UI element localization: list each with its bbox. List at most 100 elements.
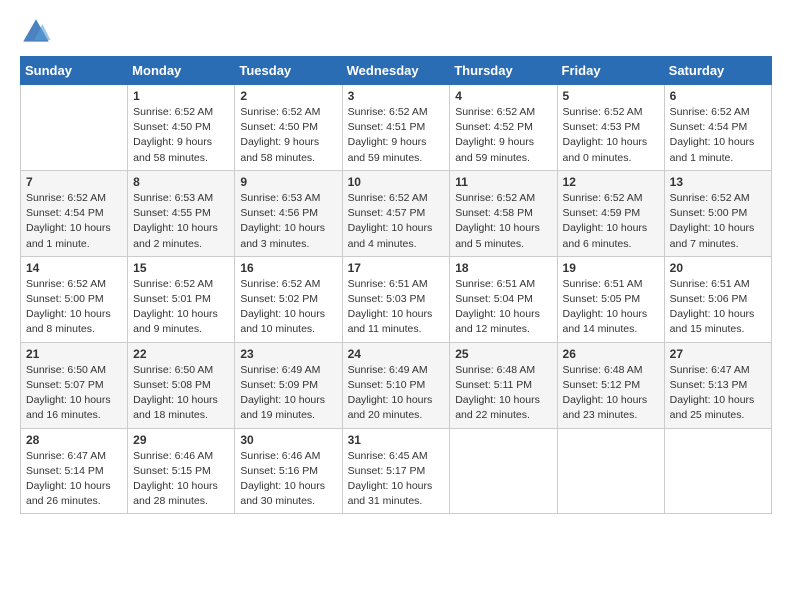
day-number: 28 [26, 433, 122, 447]
day-info: Sunrise: 6:52 AM Sunset: 4:57 PM Dayligh… [348, 191, 445, 252]
day-number: 10 [348, 175, 445, 189]
day-number: 11 [455, 175, 551, 189]
day-info: Sunrise: 6:48 AM Sunset: 5:11 PM Dayligh… [455, 363, 551, 424]
weekday-header-tuesday: Tuesday [235, 57, 342, 85]
day-info: Sunrise: 6:47 AM Sunset: 5:14 PM Dayligh… [26, 449, 122, 510]
calendar-table: SundayMondayTuesdayWednesdayThursdayFrid… [20, 56, 772, 514]
day-info: Sunrise: 6:53 AM Sunset: 4:56 PM Dayligh… [240, 191, 336, 252]
day-info: Sunrise: 6:52 AM Sunset: 4:51 PM Dayligh… [348, 105, 445, 166]
day-number: 3 [348, 89, 445, 103]
day-number: 6 [670, 89, 766, 103]
day-info: Sunrise: 6:51 AM Sunset: 5:06 PM Dayligh… [670, 277, 766, 338]
calendar-cell: 1 Sunrise: 6:52 AM Sunset: 4:50 PM Daylig… [128, 85, 235, 171]
logo-icon [20, 16, 52, 48]
calendar-cell: 25 Sunrise: 6:48 AM Sunset: 5:11 PM Dayli… [450, 342, 557, 428]
day-number: 25 [455, 347, 551, 361]
weekday-header-friday: Friday [557, 57, 664, 85]
day-number: 22 [133, 347, 229, 361]
calendar-cell: 24 Sunrise: 6:49 AM Sunset: 5:10 PM Dayli… [342, 342, 450, 428]
day-info: Sunrise: 6:52 AM Sunset: 4:54 PM Dayligh… [670, 105, 766, 166]
calendar-cell: 21 Sunrise: 6:50 AM Sunset: 5:07 PM Dayli… [21, 342, 128, 428]
weekday-header-sunday: Sunday [21, 57, 128, 85]
calendar-cell: 8Sunrise: 6:53 AM Sunset: 4:55 PM Daylig… [128, 170, 235, 256]
calendar-week-row: 1 Sunrise: 6:52 AM Sunset: 4:50 PM Daylig… [21, 85, 772, 171]
calendar-cell: 27 Sunrise: 6:47 AM Sunset: 5:13 PM Dayli… [664, 342, 771, 428]
calendar-week-row: 21 Sunrise: 6:50 AM Sunset: 5:07 PM Dayli… [21, 342, 772, 428]
day-number: 1 [133, 89, 229, 103]
day-number: 19 [563, 261, 659, 275]
calendar-week-row: 14Sunrise: 6:52 AM Sunset: 5:00 PM Dayli… [21, 256, 772, 342]
calendar-cell: 7 Sunrise: 6:52 AM Sunset: 4:54 PM Daylig… [21, 170, 128, 256]
day-info: Sunrise: 6:51 AM Sunset: 5:05 PM Dayligh… [563, 277, 659, 338]
calendar-cell: 29 Sunrise: 6:46 AM Sunset: 5:15 PM Dayli… [128, 428, 235, 514]
day-number: 4 [455, 89, 551, 103]
weekday-header-monday: Monday [128, 57, 235, 85]
day-info: Sunrise: 6:49 AM Sunset: 5:09 PM Dayligh… [240, 363, 336, 424]
day-info: Sunrise: 6:50 AM Sunset: 5:08 PM Dayligh… [133, 363, 229, 424]
calendar-cell: 4Sunrise: 6:52 AM Sunset: 4:52 PM Daylig… [450, 85, 557, 171]
day-info: Sunrise: 6:52 AM Sunset: 4:50 PM Dayligh… [240, 105, 336, 166]
day-info: Sunrise: 6:52 AM Sunset: 4:59 PM Dayligh… [563, 191, 659, 252]
day-info: Sunrise: 6:53 AM Sunset: 4:55 PM Dayligh… [133, 191, 229, 252]
day-info: Sunrise: 6:51 AM Sunset: 5:03 PM Dayligh… [348, 277, 445, 338]
calendar-cell: 6 Sunrise: 6:52 AM Sunset: 4:54 PM Daylig… [664, 85, 771, 171]
calendar-cell: 30 Sunrise: 6:46 AM Sunset: 5:16 PM Dayli… [235, 428, 342, 514]
day-info: Sunrise: 6:47 AM Sunset: 5:13 PM Dayligh… [670, 363, 766, 424]
day-info: Sunrise: 6:49 AM Sunset: 5:10 PM Dayligh… [348, 363, 445, 424]
calendar-cell: 3 Sunrise: 6:52 AM Sunset: 4:51 PM Daylig… [342, 85, 450, 171]
day-info: Sunrise: 6:46 AM Sunset: 5:15 PM Dayligh… [133, 449, 229, 510]
day-number: 16 [240, 261, 336, 275]
day-number: 31 [348, 433, 445, 447]
day-info: Sunrise: 6:51 AM Sunset: 5:04 PM Dayligh… [455, 277, 551, 338]
day-number: 20 [670, 261, 766, 275]
day-number: 15 [133, 261, 229, 275]
day-number: 27 [670, 347, 766, 361]
calendar-cell [450, 428, 557, 514]
calendar-week-row: 7 Sunrise: 6:52 AM Sunset: 4:54 PM Daylig… [21, 170, 772, 256]
calendar-cell: 18Sunrise: 6:51 AM Sunset: 5:04 PM Dayli… [450, 256, 557, 342]
calendar-cell: 14Sunrise: 6:52 AM Sunset: 5:00 PM Dayli… [21, 256, 128, 342]
calendar-cell: 11 Sunrise: 6:52 AM Sunset: 4:58 PM Dayli… [450, 170, 557, 256]
day-number: 12 [563, 175, 659, 189]
day-number: 30 [240, 433, 336, 447]
day-info: Sunrise: 6:46 AM Sunset: 5:16 PM Dayligh… [240, 449, 336, 510]
calendar-cell: 16 Sunrise: 6:52 AM Sunset: 5:02 PM Dayli… [235, 256, 342, 342]
calendar-cell: 22 Sunrise: 6:50 AM Sunset: 5:08 PM Dayli… [128, 342, 235, 428]
day-number: 23 [240, 347, 336, 361]
calendar-cell: 12 Sunrise: 6:52 AM Sunset: 4:59 PM Dayli… [557, 170, 664, 256]
day-info: Sunrise: 6:52 AM Sunset: 4:54 PM Dayligh… [26, 191, 122, 252]
day-number: 2 [240, 89, 336, 103]
day-info: Sunrise: 6:52 AM Sunset: 5:01 PM Dayligh… [133, 277, 229, 338]
weekday-header-row: SundayMondayTuesdayWednesdayThursdayFrid… [21, 57, 772, 85]
day-number: 7 [26, 175, 122, 189]
calendar-cell: 20 Sunrise: 6:51 AM Sunset: 5:06 PM Dayli… [664, 256, 771, 342]
calendar-cell [664, 428, 771, 514]
weekday-header-wednesday: Wednesday [342, 57, 450, 85]
calendar-cell: 9Sunrise: 6:53 AM Sunset: 4:56 PM Daylig… [235, 170, 342, 256]
day-number: 24 [348, 347, 445, 361]
logo [20, 16, 56, 48]
day-info: Sunrise: 6:52 AM Sunset: 4:50 PM Dayligh… [133, 105, 229, 166]
day-info: Sunrise: 6:52 AM Sunset: 5:00 PM Dayligh… [26, 277, 122, 338]
day-info: Sunrise: 6:52 AM Sunset: 5:02 PM Dayligh… [240, 277, 336, 338]
calendar-cell [21, 85, 128, 171]
weekday-header-thursday: Thursday [450, 57, 557, 85]
calendar-cell: 31Sunrise: 6:45 AM Sunset: 5:17 PM Dayli… [342, 428, 450, 514]
day-number: 29 [133, 433, 229, 447]
calendar-cell: 15 Sunrise: 6:52 AM Sunset: 5:01 PM Dayli… [128, 256, 235, 342]
calendar-week-row: 28 Sunrise: 6:47 AM Sunset: 5:14 PM Dayli… [21, 428, 772, 514]
day-info: Sunrise: 6:50 AM Sunset: 5:07 PM Dayligh… [26, 363, 122, 424]
calendar-cell: 19 Sunrise: 6:51 AM Sunset: 5:05 PM Dayli… [557, 256, 664, 342]
calendar-cell: 23 Sunrise: 6:49 AM Sunset: 5:09 PM Dayli… [235, 342, 342, 428]
calendar-cell: 26Sunrise: 6:48 AM Sunset: 5:12 PM Dayli… [557, 342, 664, 428]
calendar-cell: 17Sunrise: 6:51 AM Sunset: 5:03 PM Dayli… [342, 256, 450, 342]
weekday-header-saturday: Saturday [664, 57, 771, 85]
day-info: Sunrise: 6:52 AM Sunset: 4:53 PM Dayligh… [563, 105, 659, 166]
calendar-cell [557, 428, 664, 514]
day-info: Sunrise: 6:52 AM Sunset: 4:58 PM Dayligh… [455, 191, 551, 252]
calendar-cell: 5 Sunrise: 6:52 AM Sunset: 4:53 PM Daylig… [557, 85, 664, 171]
day-number: 21 [26, 347, 122, 361]
day-number: 26 [563, 347, 659, 361]
day-number: 5 [563, 89, 659, 103]
page-header [20, 16, 772, 48]
